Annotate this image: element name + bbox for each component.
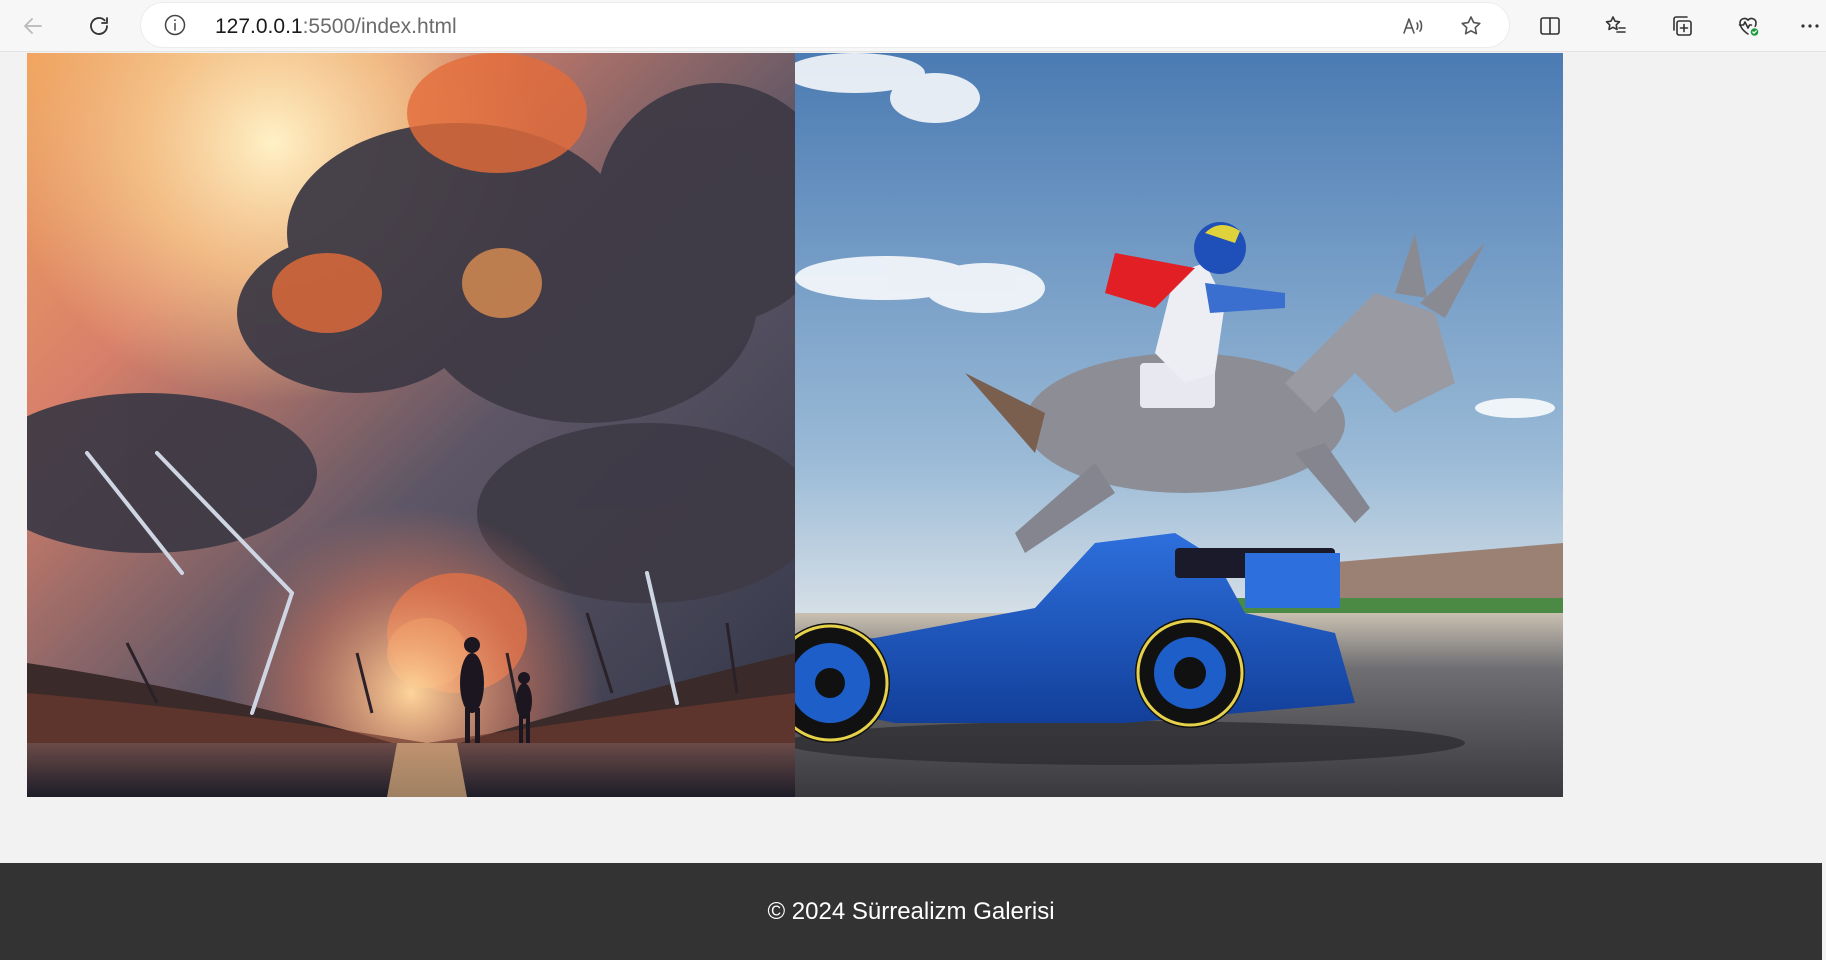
- reload-icon: [90, 17, 108, 35]
- gallery-image-1: [27, 53, 795, 797]
- site-footer: © 2024 Sürrealizm Galerisi: [0, 863, 1822, 960]
- more-button[interactable]: [1795, 7, 1825, 45]
- back-button[interactable]: [14, 7, 52, 45]
- browser-toolbar: 127.0.0.1:5500/index.html: [0, 0, 1826, 52]
- favorites-button[interactable]: [1597, 7, 1635, 45]
- url-host: 127.0.0.1: [215, 15, 303, 38]
- reload-button[interactable]: [80, 7, 118, 45]
- footer-copyright: © 2024 Sürrealizm Galerisi: [767, 897, 1055, 925]
- browser-essentials-button[interactable]: [1729, 7, 1767, 45]
- arrow-left-icon: [24, 18, 42, 34]
- gallery-image-2: [795, 53, 1563, 797]
- split-screen-button[interactable]: [1531, 7, 1569, 45]
- url-path: :5500/index.html: [302, 15, 457, 38]
- read-aloud-icon[interactable]: [1400, 13, 1426, 39]
- scrollbar-track[interactable]: [1822, 52, 1826, 960]
- collections-button[interactable]: [1663, 7, 1701, 45]
- address-bar[interactable]: 127.0.0.1:5500/index.html: [141, 3, 1509, 47]
- favorites-list-icon: [1605, 16, 1626, 33]
- heart-pulse-icon: [1738, 17, 1759, 36]
- collections-icon: [1673, 16, 1692, 36]
- url-text[interactable]: 127.0.0.1:5500/index.html: [215, 15, 457, 39]
- info-icon[interactable]: [163, 13, 187, 37]
- star-icon[interactable]: [1458, 13, 1484, 39]
- more-icon: [1801, 24, 1819, 28]
- split-screen-icon: [1540, 17, 1560, 35]
- gallery: [27, 53, 1563, 797]
